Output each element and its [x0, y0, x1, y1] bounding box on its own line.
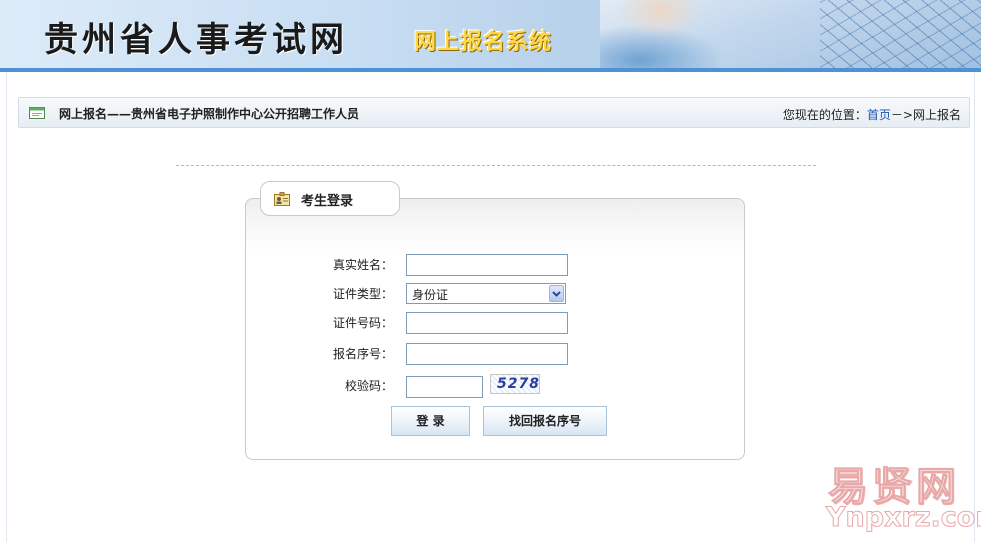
real-name-label: 真实姓名：: [332, 258, 393, 272]
login-button[interactable]: 登 录: [391, 406, 470, 436]
select-dropdown-button[interactable]: [549, 285, 564, 302]
breadcrumb-current: 网上报名: [912, 108, 961, 122]
window-icon: [29, 107, 45, 119]
id-type-label: 证件类型：: [332, 287, 393, 301]
captcha-text: 5278: [497, 376, 540, 392]
captcha-label: 校验码：: [344, 379, 393, 393]
dashed-divider: [176, 165, 816, 166]
registration-number-label: 报名序号：: [332, 347, 393, 361]
real-name-input[interactable]: [406, 254, 568, 276]
captcha-input[interactable]: [406, 376, 483, 398]
banner-stripe: [0, 68, 981, 72]
user-card-icon: [274, 192, 290, 206]
captcha-image[interactable]: 5278: [490, 374, 540, 394]
login-panel-title: 考生登录: [301, 194, 354, 209]
page-title: 网上报名——贵州省电子护照制作中心公开招聘工作人员: [59, 107, 360, 121]
login-panel-tab: 考生登录: [260, 181, 400, 216]
id-type-selected: 身份证: [412, 288, 449, 302]
retrieve-registration-number-button[interactable]: 找回报名序号: [483, 406, 607, 436]
location-prefix: 您现在的位置：: [782, 108, 867, 122]
breadcrumb-separator: －>: [890, 108, 913, 122]
header-banner: 贵州省人事考试网 网上报名系统: [0, 0, 981, 72]
id-number-input[interactable]: [406, 312, 568, 334]
id-type-select[interactable]: 身份证: [406, 283, 566, 304]
site-title: 贵州省人事考试网: [44, 20, 348, 60]
page-border-left: [6, 72, 7, 542]
chevron-down-icon: [552, 291, 561, 297]
id-number-label: 证件号码：: [332, 316, 393, 330]
home-link[interactable]: 首页: [867, 108, 891, 122]
system-subtitle: 网上报名系统: [414, 30, 553, 55]
watermark-en: Ynpxrz.com: [826, 502, 981, 534]
registration-number-input[interactable]: [406, 343, 568, 365]
breadcrumb: 您现在的位置：首页－>网上报名: [783, 106, 961, 123]
watermark: 易贤网 Ynpxrz.com: [826, 454, 981, 538]
banner-decoration: [820, 0, 981, 72]
breadcrumb-bar: 网上报名——贵州省电子护照制作中心公开招聘工作人员 您现在的位置：首页－>网上报…: [18, 97, 970, 128]
